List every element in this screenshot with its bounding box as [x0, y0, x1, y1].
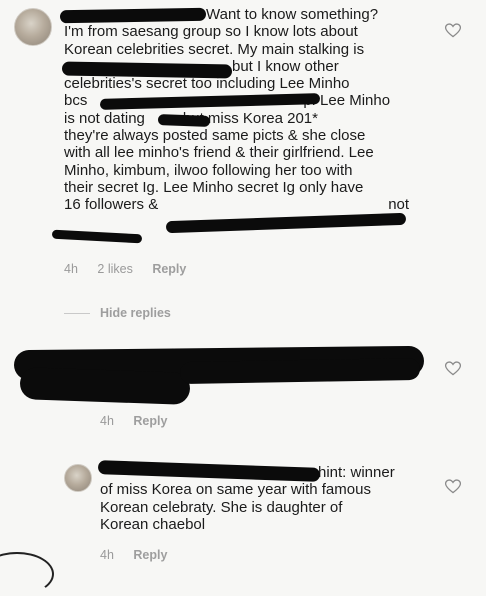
hide-replies-button[interactable]: Hide replies — [100, 306, 171, 320]
comment-text-line: with all lee minho's friend & their girl… — [64, 144, 374, 162]
comment-text-line: their secret Ig. Lee Minho secret Ig onl… — [64, 178, 364, 196]
likes-count[interactable]: 2 likes — [97, 262, 132, 276]
comment-text-line: I'm from saesang group so I know lots ab… — [64, 23, 358, 41]
heart-outline-icon[interactable] — [444, 478, 462, 494]
comment-text-line: not — [388, 196, 410, 214]
comment-text-line: Korean chaebol — [100, 515, 206, 533]
comment-text-line: Minho, kimbum, ilwoo following her too w… — [64, 161, 353, 179]
comment-text-line: but I know other — [232, 57, 339, 75]
comment-text-line: of miss Korea on same year with famous — [100, 481, 371, 499]
comment-text-line: is not dating — [64, 109, 145, 127]
avatar[interactable] — [14, 8, 52, 46]
comment-meta: 4h Reply — [100, 414, 167, 428]
heart-outline-icon[interactable] — [444, 360, 462, 376]
comment-text-line: bcs — [64, 92, 88, 110]
comment-time: 4h — [100, 414, 114, 428]
comment-text-line: they're always posted same picts & she c… — [64, 127, 366, 145]
comment-text: Want to know something? I'm from saesang… — [64, 6, 444, 214]
reply-button[interactable]: Reply — [133, 414, 167, 428]
divider — [64, 313, 90, 314]
drawn-circle-mark — [0, 552, 54, 596]
reply-button[interactable]: Reply — [152, 262, 186, 276]
comment-text-line: celebrities's secret too including Lee M… — [64, 75, 350, 93]
redaction-mark — [61, 61, 233, 79]
redaction-mark — [165, 212, 407, 234]
avatar[interactable] — [64, 464, 92, 492]
redaction-mark — [157, 114, 211, 127]
redaction-mark — [51, 229, 143, 244]
reply-button[interactable]: Reply — [133, 548, 167, 562]
comment-text-line: hint: winner — [318, 464, 395, 481]
heart-outline-icon[interactable] — [444, 22, 462, 38]
redaction-mark — [179, 357, 421, 385]
comment-text-line: Korean celebraty. She is daughter of — [100, 498, 343, 516]
comment-text-line: Korean celebrities secret. My main stalk… — [64, 40, 365, 58]
comment-meta: 4h 2 likes Reply — [64, 262, 186, 276]
comment-time: 4h — [100, 548, 114, 562]
comment-meta: 4h Reply — [100, 548, 167, 562]
comment-text-line: 16 followers & — [64, 196, 159, 214]
redaction-mark — [59, 7, 207, 24]
redaction-mark — [19, 367, 191, 405]
comment-time: 4h — [64, 262, 78, 276]
comment-text-line: Want to know something? — [206, 6, 379, 23]
